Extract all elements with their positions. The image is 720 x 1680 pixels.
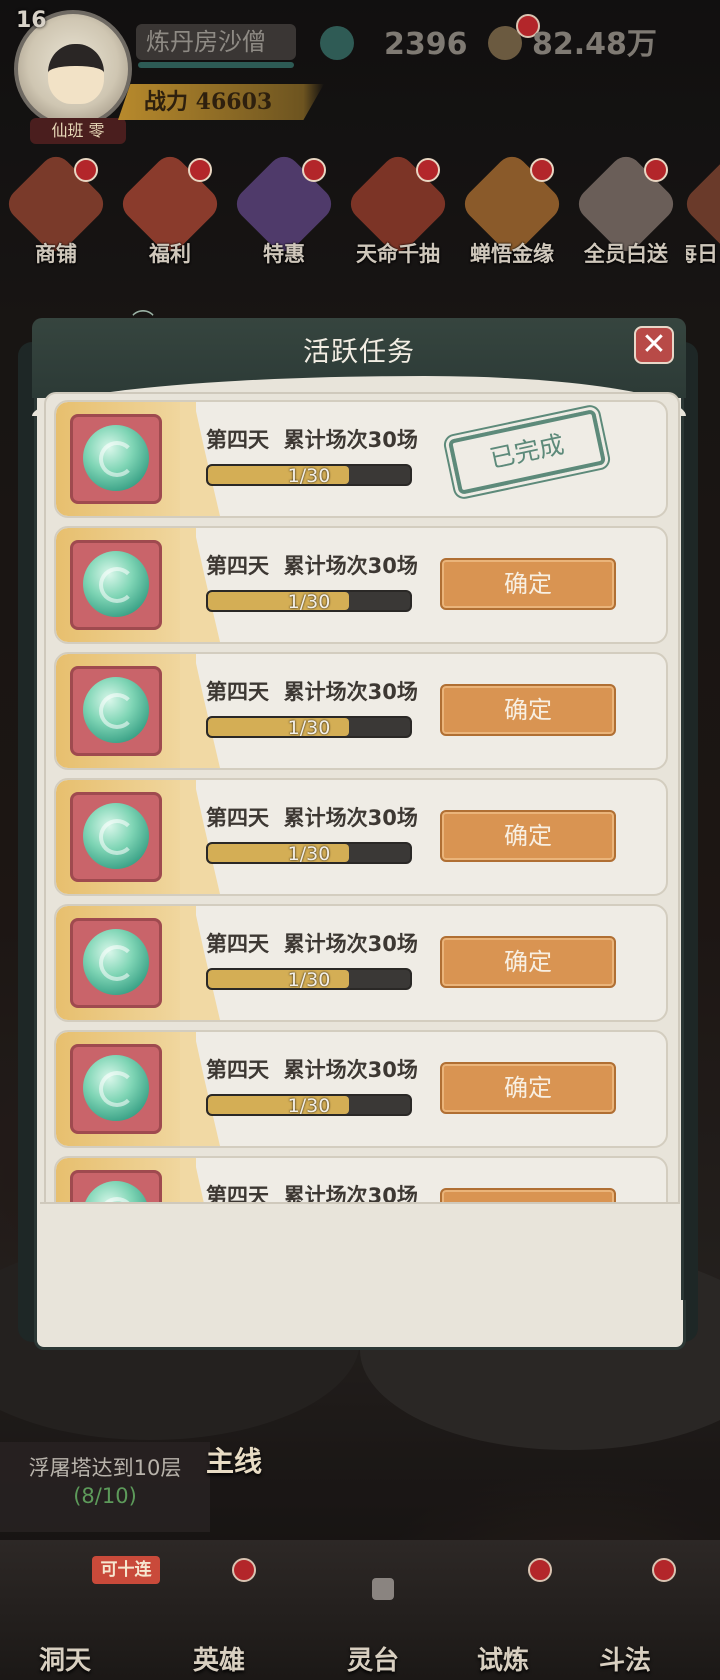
- feature-daily[interactable]: 每日: [686, 160, 720, 270]
- task-progress-text: 1/30: [287, 843, 331, 864]
- confirm-button[interactable]: 确定: [440, 558, 616, 610]
- task-progress-bar: 1/30: [206, 842, 412, 864]
- task-name: 第四天 累计场次30场: [206, 932, 418, 956]
- task-progress-bar: 1/30: [206, 590, 412, 612]
- jade-currency-icon[interactable]: [320, 26, 354, 60]
- task-progress-bar: 1/30: [206, 1094, 412, 1116]
- list-bottom-mask: [40, 1202, 680, 1304]
- reward-item[interactable]: [70, 414, 162, 504]
- dialog-title: 活跃任务: [303, 337, 415, 368]
- task-row: 第四天 累计场次30场 1/30 确定: [54, 526, 668, 644]
- confirm-button[interactable]: 确定: [440, 684, 616, 736]
- task-progress-text: 1/30: [287, 717, 331, 738]
- reward-item[interactable]: [70, 540, 162, 630]
- feature-welfare[interactable]: 福利: [116, 150, 224, 270]
- task-progress-bar: 1/30: [206, 464, 412, 486]
- currency2-value: 82.48万: [532, 27, 657, 62]
- dialog-footer: [34, 1300, 686, 1350]
- lock-icon: [372, 1578, 394, 1600]
- task-name: 第四天 累计场次30场: [206, 806, 418, 830]
- notification-dot: [528, 1558, 552, 1582]
- notification-dot: [74, 158, 98, 182]
- completed-stamp: 已完成: [447, 409, 607, 495]
- exp-bar: [138, 62, 294, 68]
- player-level: 16: [16, 8, 47, 33]
- nav-spirit-platform[interactable]: 灵台: [318, 1640, 428, 1677]
- task-row: 第四天 累计场次30场 1/30 已完成: [54, 400, 668, 518]
- nav-heroes[interactable]: 英雄: [164, 1640, 274, 1677]
- mainline-button[interactable]: 主线: [206, 1440, 262, 1480]
- player-name: 炼丹房沙僧: [136, 24, 296, 60]
- jade-reward-icon: [83, 803, 149, 869]
- jade-reward-icon: [83, 425, 149, 491]
- feature-shop[interactable]: 商铺: [2, 150, 110, 270]
- task-name: 第四天 累计场次30场: [206, 680, 418, 704]
- confirm-button[interactable]: 确定: [440, 936, 616, 988]
- jade-reward-icon: [83, 929, 149, 995]
- task-name: 第四天 累计场次30场: [206, 1058, 418, 1082]
- reward-item[interactable]: [70, 792, 162, 882]
- task-name: 第四天 累计场次30场: [206, 428, 418, 452]
- task-row: 第四天 累计场次30场 1/30 确定: [54, 1030, 668, 1148]
- jade-reward-icon: [83, 677, 149, 743]
- quest-count: (8/10): [73, 1484, 137, 1508]
- confirm-button[interactable]: 确定: [440, 1062, 616, 1114]
- reward-item[interactable]: [70, 918, 162, 1008]
- feature-free-gift[interactable]: 全员白送: [572, 150, 680, 270]
- currency1-value: 2396: [384, 27, 468, 62]
- nav-cave[interactable]: 洞天: [10, 1640, 120, 1677]
- ten-draw-badge: 可十连: [92, 1556, 160, 1584]
- feature-special-offer[interactable]: 特惠: [230, 150, 338, 270]
- task-progress-bar: 1/30: [206, 968, 412, 990]
- task-progress-text: 1/30: [287, 465, 331, 486]
- task-row: 第四天 累计场次30场 1/30 确定: [54, 652, 668, 770]
- feature-golden-fate[interactable]: 蝉悟金缘: [458, 150, 566, 270]
- nav-trial[interactable]: 试炼: [448, 1640, 558, 1677]
- jade-reward-icon: [83, 1055, 149, 1121]
- main-quest-tip[interactable]: 浮屠塔达到10层 (8/10): [0, 1442, 210, 1532]
- notification-dot: [232, 1558, 256, 1582]
- notification-dot: [416, 158, 440, 182]
- reward-item[interactable]: [70, 666, 162, 756]
- nav-duel[interactable]: 斗法: [570, 1640, 680, 1677]
- notification-dot: [644, 158, 668, 182]
- task-progress-bar: 1/30: [206, 716, 412, 738]
- combat-power: 战力 46603: [118, 84, 324, 120]
- confirm-button[interactable]: 确定: [440, 810, 616, 862]
- task-progress-text: 1/30: [287, 591, 331, 612]
- task-progress-text: 1/30: [287, 969, 331, 990]
- reward-item[interactable]: [70, 1044, 162, 1134]
- notification-dot: [530, 158, 554, 182]
- close-icon: ✕: [641, 327, 667, 362]
- close-button[interactable]: ✕: [634, 326, 674, 364]
- quest-text: 浮屠塔达到10层: [28, 1456, 182, 1480]
- player-rank: 仙班 零: [30, 118, 126, 144]
- task-name: 第四天 累计场次30场: [206, 554, 418, 578]
- task-row: 第四天 累计场次30场 1/30 确定: [54, 904, 668, 1022]
- feature-draw[interactable]: 天命千抽: [344, 150, 452, 270]
- task-list[interactable]: 第四天 累计场次30场 1/30 已完成 第四天 累计场次30场 1/30 确定…: [44, 392, 680, 1294]
- jade-reward-icon: [83, 551, 149, 617]
- task-row: 第四天 累计场次30场 1/30 确定: [54, 778, 668, 896]
- notification-dot: [188, 158, 212, 182]
- task-progress-text: 1/30: [287, 1095, 331, 1116]
- notification-dot: [302, 158, 326, 182]
- notification-dot: [652, 1558, 676, 1582]
